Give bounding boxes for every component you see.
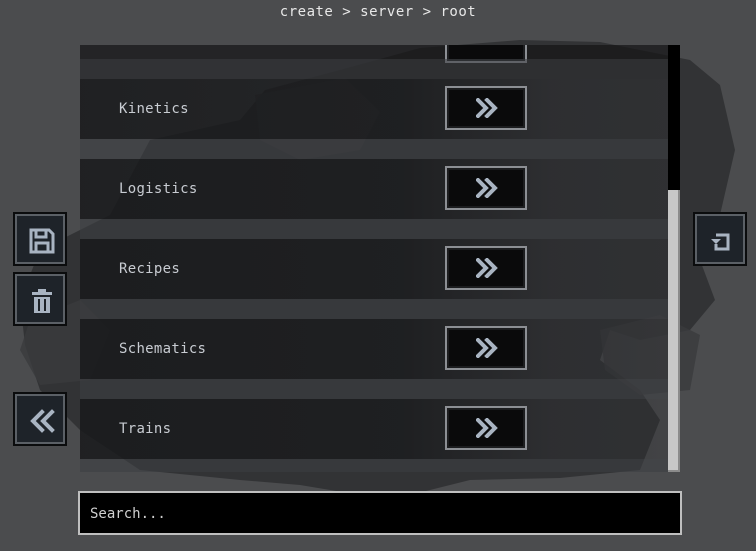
open-kinetics-button[interactable] [445,86,527,130]
list-item-label: Schematics [119,341,207,357]
row-band [80,219,668,239]
search-box [78,491,682,535]
config-list-panel: Kinetics Logistics Recipes Schematics Tr… [80,45,668,472]
trash-icon [32,289,52,313]
reset-arrow-icon [711,233,730,251]
save-button[interactable] [13,212,67,266]
reset-button[interactable] [693,212,747,266]
row-band [80,139,668,159]
list-item-logistics: Logistics [80,139,668,219]
list-item-label: Trains [119,421,172,437]
delete-button[interactable] [13,272,67,326]
list-item-label: Kinetics [119,101,189,117]
list-item-schematics: Schematics [80,299,668,379]
row-band [80,379,668,399]
list-item-kinetics: Kinetics [80,59,668,139]
scrollbar-thumb[interactable] [668,190,680,472]
open-schematics-button[interactable] [445,326,527,370]
double-chevron-right-icon [476,418,498,438]
double-chevron-left-icon [30,409,55,433]
list-item-next-partial [80,459,668,472]
row-band [80,59,668,79]
row-band [80,299,668,319]
search-input[interactable] [88,493,672,535]
list-item-label: Recipes [119,261,181,277]
double-chevron-right-icon [476,338,498,358]
breadcrumb: create > server > root [279,4,477,20]
open-logistics-button[interactable] [445,166,527,210]
double-chevron-right-icon [476,98,498,118]
floppy-disk-icon [29,228,55,254]
open-recipes-button[interactable] [445,246,527,290]
config-screen: create > server > root Kinetics Logistic… [0,0,756,551]
back-button[interactable] [13,392,67,446]
list-item-trains: Trains [80,379,668,459]
list-item-recipes: Recipes [80,219,668,299]
double-chevron-right-icon [476,258,498,278]
open-trains-button[interactable] [445,406,527,450]
double-chevron-right-icon [476,178,498,198]
list-item-label: Logistics [119,181,198,197]
row-band [80,459,668,472]
